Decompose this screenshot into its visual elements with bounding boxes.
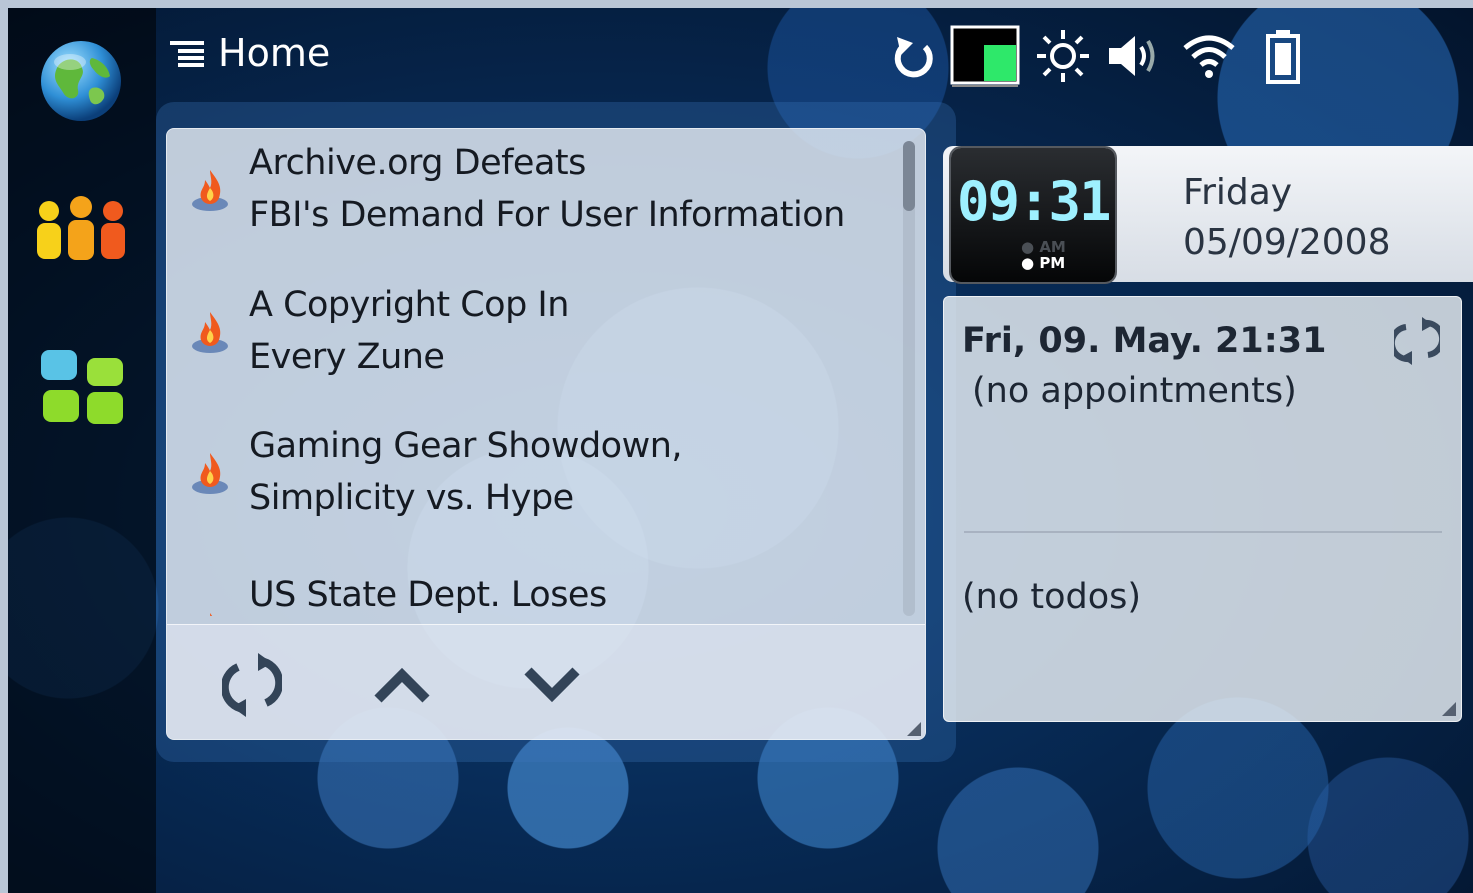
volume-button[interactable]: [1104, 26, 1166, 86]
refresh-icon: [222, 653, 282, 717]
applications-button[interactable]: [26, 334, 136, 444]
news-item[interactable]: Archive.org Defeats FBI's Demand For Use…: [187, 129, 887, 249]
previous-item-button[interactable]: [357, 645, 447, 725]
refresh-button[interactable]: [886, 26, 942, 86]
clock-day: Friday: [1183, 172, 1293, 213]
wifi-button[interactable]: [1178, 26, 1240, 86]
clock-widget[interactable]: 09:31 ● AM ● PM Friday 05/09/2008: [943, 146, 1473, 282]
refresh-icon: [1388, 317, 1446, 365]
news-title: Archive.org Defeats: [249, 143, 586, 183]
news-scrollbar[interactable]: [903, 141, 915, 616]
scrollbar-thumb[interactable]: [903, 141, 915, 211]
chevron-down-icon: [524, 667, 580, 703]
feed-icon: [192, 170, 228, 211]
news-title: Simplicity vs. Hype: [249, 478, 574, 518]
news-widget: Archive.org Defeats FBI's Demand For Use…: [166, 128, 926, 740]
home-menu-button[interactable]: Home: [170, 28, 330, 78]
feed-icon: [210, 613, 213, 616]
news-item[interactable]: A Copyright Cop In Every Zune: [187, 271, 887, 391]
digital-clock: 09:31 ● AM ● PM: [951, 148, 1115, 282]
brightness-icon: [1037, 30, 1089, 82]
news-toolbar: [167, 624, 925, 739]
cpu-load-icon: [950, 25, 1020, 87]
contacts-icon: [37, 196, 125, 260]
globe-icon: [41, 41, 121, 121]
resize-grip[interactable]: [907, 722, 921, 736]
clock-time: 09:31: [957, 170, 1112, 233]
wifi-icon: [1183, 35, 1235, 78]
calendar-date-heading: Fri, 09. May. 21:31: [962, 321, 1327, 361]
cpu-load-indicator[interactable]: [950, 25, 1022, 87]
pm-indicator: ● PM: [1021, 254, 1066, 272]
contacts-button[interactable]: [26, 174, 136, 284]
pm-label: PM: [1039, 254, 1066, 272]
calendar-refresh-button[interactable]: [1388, 317, 1446, 365]
clock-date: 05/09/2008: [1183, 222, 1391, 263]
page-title: Home: [218, 31, 331, 75]
news-refresh-button[interactable]: [207, 645, 297, 725]
feed-icon: [192, 453, 228, 494]
chevron-up-icon: [374, 667, 430, 703]
volume-icon: [1109, 36, 1155, 76]
brightness-button[interactable]: [1032, 26, 1094, 86]
menu-icon: [170, 41, 204, 67]
news-title: US State Dept. Loses: [249, 575, 607, 615]
home-screen: Home Archive.org Defeats FBI's Demand Fo…: [8, 8, 1473, 893]
news-item[interactable]: US State Dept. Loses: [187, 569, 887, 616]
calendar-widget[interactable]: Fri, 09. May. 21:31 (no appointments) (n…: [943, 296, 1462, 722]
news-title: Gaming Gear Showdown,: [249, 426, 683, 466]
todos-status: (no todos): [962, 577, 1142, 617]
launcher-bar: [8, 8, 156, 893]
news-title: A Copyright Cop In: [249, 285, 569, 325]
news-list[interactable]: Archive.org Defeats FBI's Demand For Use…: [167, 129, 903, 616]
battery-icon: [1266, 30, 1300, 84]
web-browser-button[interactable]: [26, 26, 136, 136]
news-title: FBI's Demand For User Information: [249, 195, 845, 235]
battery-button[interactable]: [1258, 26, 1308, 86]
next-item-button[interactable]: [507, 645, 597, 725]
news-title: Every Zune: [249, 337, 445, 377]
news-item[interactable]: Gaming Gear Showdown, Simplicity vs. Hyp…: [187, 412, 887, 532]
feed-icon: [192, 312, 228, 353]
divider: [964, 531, 1442, 533]
resize-grip[interactable]: [1442, 702, 1456, 716]
appointments-status: (no appointments): [972, 371, 1297, 411]
app-grid-icon: [41, 350, 123, 424]
refresh-icon: [894, 37, 933, 78]
